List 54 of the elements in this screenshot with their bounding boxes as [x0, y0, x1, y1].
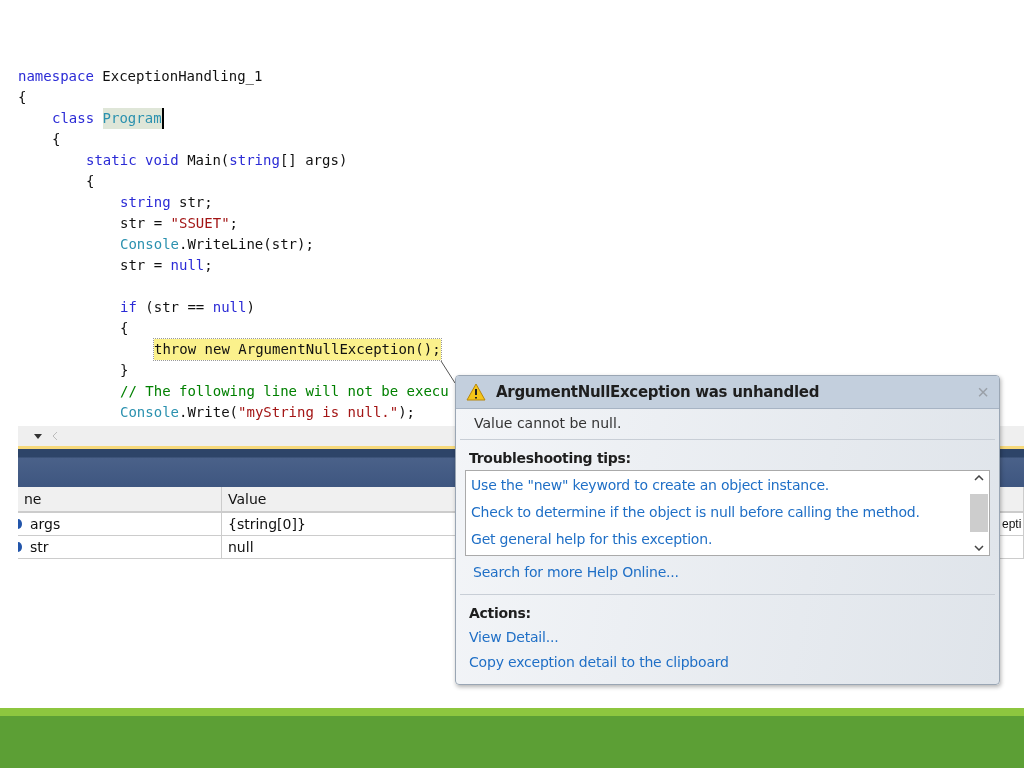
code-token: "SSUET" [170, 214, 230, 233]
code-token: [] args) [279, 151, 348, 170]
section-heading: Actions: [468, 604, 532, 623]
code-token: string [120, 193, 171, 212]
tip-link[interactable]: Check to determine if the object is null before calling the method. [471, 499, 964, 526]
action-link[interactable]: View Detail... [469, 625, 986, 650]
scroll-down-icon[interactable] [974, 545, 984, 551]
scroll-up-icon[interactable] [974, 475, 984, 481]
code-token: Console [120, 235, 179, 254]
code-token: "myString is null." [238, 403, 399, 422]
code-token: .WriteLine(str); [179, 235, 314, 254]
code-token: ; [229, 214, 239, 233]
warning-icon [466, 383, 486, 401]
caret-icon[interactable] [34, 433, 42, 439]
code-token: Main( [186, 151, 230, 170]
code-token: { [18, 88, 27, 107]
code-token: { [52, 130, 61, 149]
table-cell-text: epti [1002, 516, 1022, 533]
code-token: Program [102, 108, 164, 129]
tip-link[interactable]: Use the "new" keyword to create an object instance. [471, 472, 964, 499]
code-token: string [229, 151, 280, 170]
code-comment: // The following line will not be execu [120, 382, 449, 401]
popup-title: ArgumentNullException was unhandled [496, 383, 821, 401]
code-token: class [52, 109, 96, 128]
code-token: { [120, 319, 129, 338]
code-token: null [170, 256, 205, 275]
code-token: static void [86, 151, 179, 170]
code-token: Console [120, 403, 179, 422]
code-token: null [212, 298, 247, 317]
scroll-thumb[interactable] [970, 494, 988, 532]
section-heading: Troubleshooting tips: [468, 449, 632, 468]
help-link[interactable]: Search for more Help Online... [473, 564, 679, 580]
code-token: (str == [144, 298, 206, 317]
field-icon [18, 519, 22, 529]
code-token: ) [246, 298, 255, 317]
code-token: str = [120, 256, 164, 275]
error-message: Value cannot be null. [460, 409, 995, 440]
code-token: ); [398, 403, 416, 422]
variable-name: str [30, 538, 49, 557]
column-header[interactable]: ne [18, 487, 222, 513]
code-token: str = [120, 214, 164, 233]
code-token: } [120, 361, 129, 380]
code-token: str; [178, 193, 213, 212]
code-token: if [120, 298, 137, 317]
variable-name: args [30, 515, 61, 534]
code-token: ; [204, 256, 213, 275]
leader-line [440, 360, 456, 384]
current-statement: throw new ArgumentNullException(); [154, 339, 441, 360]
code-token: .Write( [179, 403, 239, 422]
code-token: { [86, 172, 95, 191]
action-link[interactable]: Copy exception detail to the clipboard [469, 650, 986, 675]
code-token: ExceptionHandling_1 [101, 67, 263, 87]
field-icon [18, 542, 22, 552]
code-token: namespace [18, 67, 94, 86]
